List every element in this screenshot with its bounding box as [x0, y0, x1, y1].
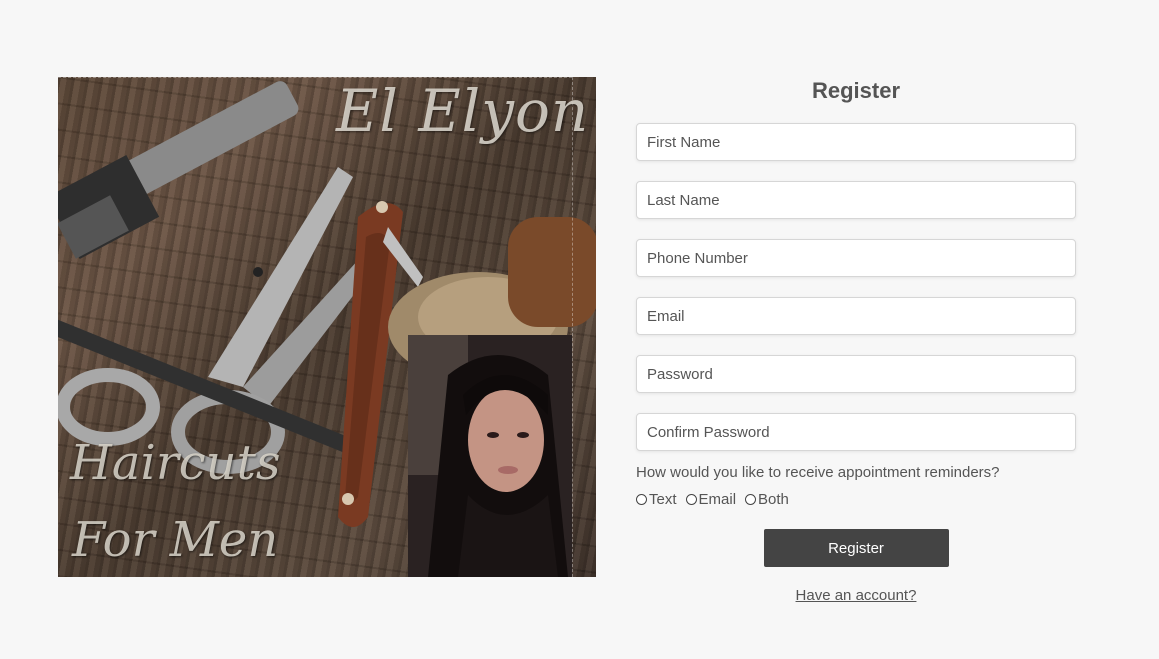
- radio-both[interactable]: [745, 493, 757, 505]
- portrait-illustration: [408, 335, 572, 577]
- reminder-option-email[interactable]: Email: [685, 490, 737, 508]
- password-input[interactable]: [636, 355, 1076, 393]
- email-input[interactable]: [636, 297, 1076, 335]
- reminder-option-email-label: Email: [698, 490, 737, 508]
- form-title: Register: [811, 78, 901, 103]
- first-name-input[interactable]: [636, 123, 1076, 161]
- register-button[interactable]: Register: [763, 529, 949, 567]
- reminder-option-both-label: Both: [758, 490, 789, 508]
- reminder-question: How would you like to receive appointmen…: [636, 464, 1000, 481]
- radio-text[interactable]: [636, 493, 647, 505]
- hero-subtitle-line2: For Men: [72, 512, 279, 568]
- have-account-link[interactable]: Have an account?: [636, 587, 1076, 604]
- hero-subtitle-line1: Haircuts: [70, 435, 281, 491]
- register-page: El Elyon Haircuts For Men Register H: [0, 0, 1159, 659]
- register-form: Register How would you like to receive a…: [636, 76, 1076, 604]
- confirm-password-input[interactable]: [636, 413, 1076, 451]
- razor-handle-graphic: [58, 81, 299, 260]
- hero-title: El Elyon: [336, 77, 590, 145]
- reminder-option-both[interactable]: Both: [745, 491, 789, 508]
- reminder-option-text[interactable]: Text: [636, 491, 677, 508]
- hero-image: El Elyon Haircuts For Men: [58, 77, 596, 577]
- radio-email[interactable]: [685, 493, 697, 505]
- last-name-input[interactable]: [636, 181, 1076, 219]
- reminder-option-text-label: Text: [649, 490, 677, 508]
- hero-border-right: [572, 77, 573, 577]
- portrait-photo: [408, 335, 572, 577]
- reminder-options: Text Email Both: [636, 490, 1076, 508]
- phone-number-input[interactable]: [636, 239, 1076, 277]
